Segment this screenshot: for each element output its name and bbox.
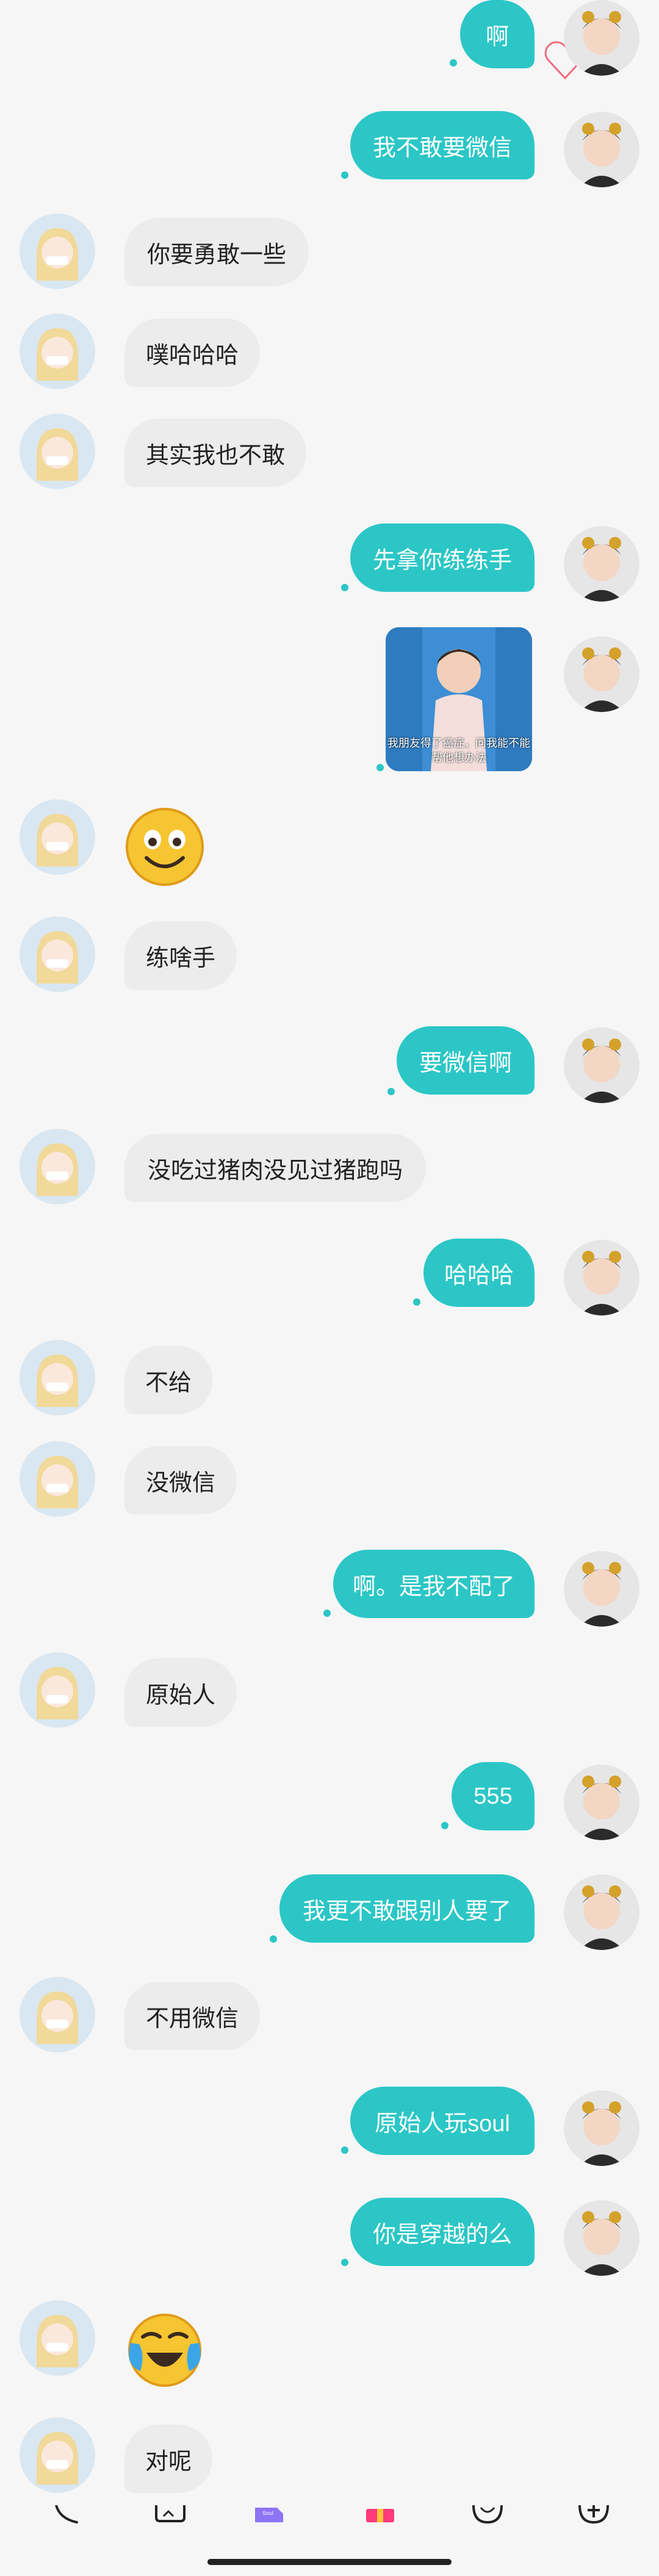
phone-icon[interactable] — [52, 2505, 85, 2524]
avatar-other[interactable] — [20, 1441, 95, 1517]
message-bubble-left[interactable]: 不用微信 — [124, 1982, 260, 2050]
sent-indicator — [341, 584, 348, 591]
message-bubble-right[interactable]: 啊。是我不配了 — [333, 1550, 535, 1618]
avatar-other[interactable] — [20, 916, 95, 992]
avatar-self[interactable] — [564, 1765, 639, 1840]
avatar-self[interactable] — [564, 2200, 639, 2276]
avatar-self[interactable] — [564, 1874, 639, 1950]
message-bubble-right[interactable]: 哈哈哈 — [423, 1239, 535, 1307]
avatar-other[interactable] — [20, 314, 95, 389]
sent-indicator — [341, 171, 348, 179]
message-bubble-left[interactable]: 没吃过猪肉没见过猪跑吗 — [124, 1134, 426, 1202]
smile-emoji[interactable] — [124, 807, 205, 887]
sent-indicator — [341, 2146, 348, 2154]
message-bubble-right[interactable]: 555 — [452, 1762, 535, 1830]
svg-text:Soul: Soul — [262, 2510, 273, 2516]
sent-indicator — [270, 1935, 277, 1943]
message-bubble-left[interactable]: 你要勇敢一些 — [124, 218, 309, 286]
message-bubble-left[interactable]: 没微信 — [124, 1446, 237, 1514]
message-bubble-right[interactable]: 啊 — [460, 0, 535, 68]
message-bubble-right[interactable]: 我更不敢跟别人要了 — [279, 1874, 535, 1943]
crying-laughing-emoji[interactable] — [124, 2310, 205, 2391]
message-bubble-left[interactable]: 不给 — [124, 1346, 212, 1414]
avatar-self[interactable] — [564, 1240, 639, 1315]
sent-indicator — [376, 764, 384, 771]
message-bubble-right[interactable]: 原始人玩soul — [350, 2087, 535, 2155]
message-bubble-left[interactable]: 原始人 — [124, 1658, 237, 1727]
plus-icon[interactable] — [577, 2505, 610, 2524]
image-icon[interactable] — [154, 2505, 187, 2524]
avatar-other[interactable] — [20, 1652, 95, 1728]
image-message[interactable]: 我朋友得了癌症，问我能不能帮他想办法 — [386, 627, 532, 771]
message-bubble-left[interactable]: 其实我也不敢 — [124, 419, 306, 487]
avatar-other[interactable] — [20, 1129, 95, 1204]
present-icon[interactable] — [364, 2505, 397, 2524]
message-bubble-right[interactable]: 先拿你练练手 — [350, 523, 535, 592]
avatar-self[interactable] — [564, 2090, 639, 2166]
avatar-other[interactable] — [20, 214, 95, 289]
gift-box-icon[interactable]: Soul — [253, 2505, 286, 2524]
message-bubble-right[interactable]: 我不敢要微信 — [350, 111, 535, 179]
avatar-self[interactable] — [564, 0, 639, 76]
sticker-icon[interactable] — [471, 2505, 504, 2524]
avatar-other[interactable] — [20, 414, 95, 489]
avatar-self[interactable] — [564, 1551, 639, 1627]
message-bubble-left[interactable]: 噗哈哈哈 — [124, 318, 260, 387]
avatar-self[interactable] — [564, 1027, 639, 1103]
image-caption: 我朋友得了癌症，问我能不能帮他想办法 — [387, 737, 530, 764]
sent-indicator — [341, 2259, 348, 2266]
sent-indicator — [323, 1610, 331, 1617]
sent-indicator — [387, 1088, 395, 1095]
message-bubble-right[interactable]: 要微信啊 — [397, 1026, 535, 1095]
avatar-other[interactable] — [20, 1340, 95, 1416]
avatar-other[interactable] — [20, 1977, 95, 2053]
message-bubble-right[interactable]: 你是穿越的么 — [350, 2198, 535, 2266]
avatar-self[interactable] — [564, 112, 639, 187]
chat-page: 啊 我不敢要微信 你要勇敢一些 噗哈哈哈 其实我也不敢 先拿你练练手 我朋友得了… — [0, 0, 659, 2576]
sent-indicator — [450, 59, 457, 67]
avatar-other[interactable] — [20, 2300, 95, 2376]
home-indicator[interactable] — [207, 2559, 452, 2565]
avatar-self[interactable] — [564, 526, 639, 602]
sent-indicator — [413, 1298, 420, 1306]
avatar-other[interactable] — [20, 2417, 95, 2493]
avatar-other[interactable] — [20, 799, 95, 875]
message-bubble-left[interactable]: 对呢 — [124, 2425, 212, 2493]
avatar-self[interactable] — [564, 636, 639, 712]
message-bubble-left[interactable]: 练啥手 — [124, 921, 237, 990]
sent-indicator — [441, 1822, 448, 1829]
